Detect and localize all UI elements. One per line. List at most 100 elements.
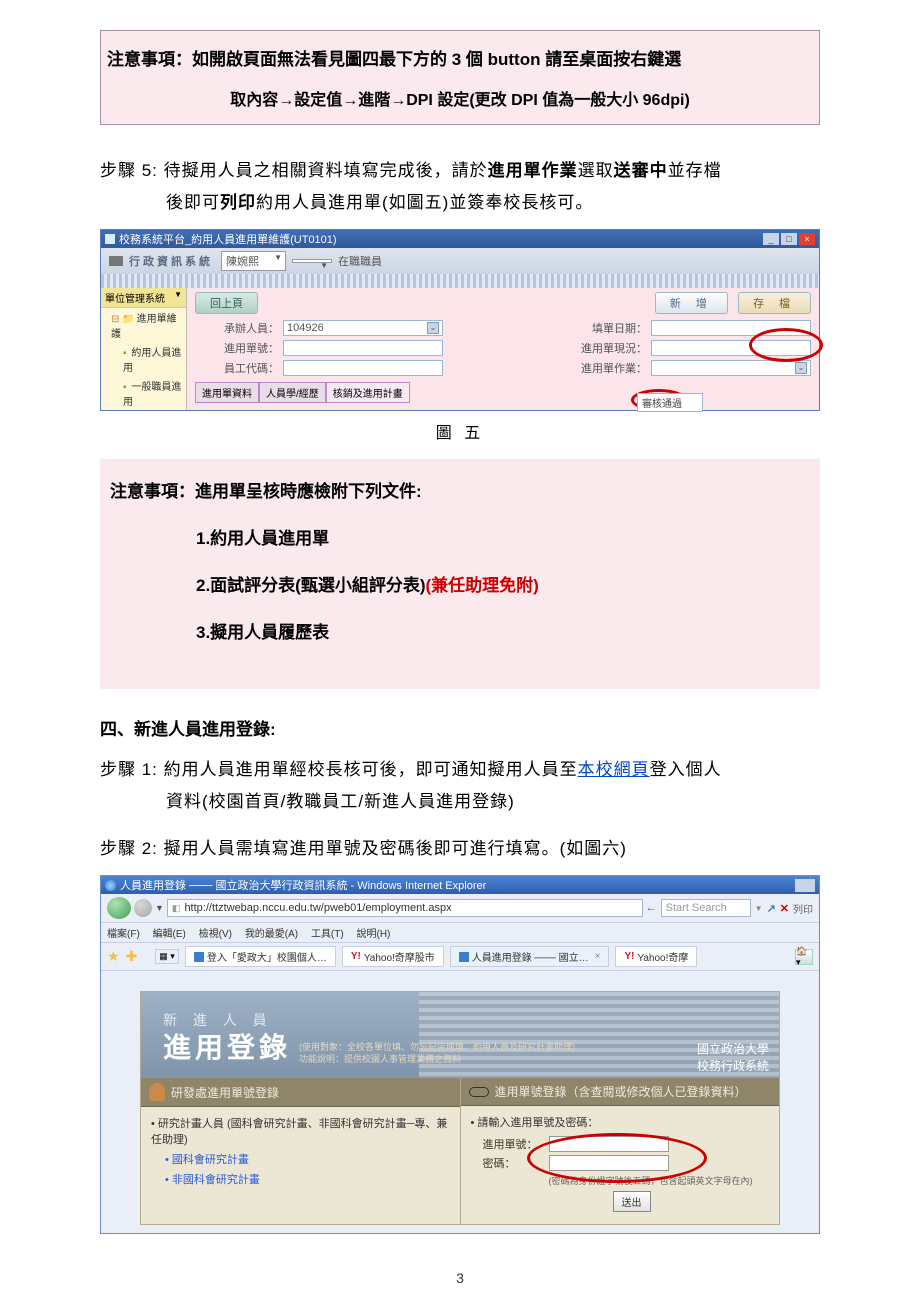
search-x-icon[interactable]: ✕ — [780, 902, 789, 915]
home-button[interactable]: 🏠 ▾ — [795, 949, 813, 965]
add-favorites-icon[interactable]: ✚ — [126, 948, 138, 965]
fig6-tabbar: ★ ✚ ▦ ▾ 登入「愛政大」校園個人… Y!Yahoo!奇摩股市 人員進用登錄… — [101, 943, 819, 971]
notice2-item2: 2.面試評分表(甄選小組評分表)(兼任助理免附) — [110, 571, 810, 596]
tab-plan[interactable]: 核銷及進用計畫 — [326, 382, 410, 403]
s4s1-t1: 約用人員進用單經校長核可後，即可通知擬用人員至 — [164, 760, 578, 779]
figure5-caption: 圖 五 — [100, 419, 820, 443]
blank-select[interactable] — [292, 259, 332, 263]
sidebar-node-3[interactable]: ▪ 一般職員進用 — [101, 376, 186, 410]
back-button[interactable]: 回上頁 — [195, 292, 258, 314]
banner-big: 進用登錄 — [163, 1026, 291, 1066]
sidebar-node-1[interactable]: ⊟ 📁進用單維護 — [101, 308, 186, 342]
link-nonnsc[interactable]: • 非國科會研究計畫 — [165, 1171, 450, 1187]
glasses-icon — [469, 1087, 489, 1097]
step5-line2a: 後即可 — [166, 193, 220, 212]
fig6-navbar: ▼ ◧ http://ttztwebap.nccu.edu.tw/pweb01/… — [101, 894, 819, 923]
option-passed[interactable]: 審核通過 — [637, 393, 703, 412]
forward-nav-button[interactable] — [134, 899, 152, 917]
step5-text: 步驟 5: 待擬用人員之相關資料填寫完成後，請於進用單作業選取送審中並存檔 後即… — [100, 155, 820, 220]
tab-3-active[interactable]: 人員進用登錄 ─── 國立…× — [450, 946, 610, 967]
input-empcode[interactable] — [283, 360, 443, 376]
search-area: ← Start Search ▼ ↗ ✕ 列印 — [646, 899, 813, 917]
fig6-content: 新 進 人 員 進用登錄 (使用對象：全校各單位填、勿忘記完成填、約用人員及研究… — [101, 971, 819, 1233]
tab-2[interactable]: Y!Yahoo!奇摩股市 — [342, 946, 444, 967]
fig5-header: 行政資訊系統 陳婉熙 在職職員 — [101, 248, 819, 275]
address-bar[interactable]: ◧ http://ttztwebap.nccu.edu.tw/pweb01/em… — [167, 899, 643, 917]
input-formno[interactable] — [283, 340, 443, 356]
back-nav-button[interactable] — [107, 897, 131, 919]
minimize-button[interactable]: _ — [763, 233, 779, 245]
menu-edit[interactable]: 編輯(E) — [153, 929, 186, 940]
label-handler: 承辦人員： — [195, 320, 283, 336]
menu-tools[interactable]: 工具(T) — [311, 929, 344, 940]
link-nsc[interactable]: • 國科會研究計畫 — [165, 1151, 450, 1167]
sidebar-header[interactable]: 單位管理系統▼ — [101, 288, 186, 308]
tab-1[interactable]: 登入「愛政大」校園個人… — [185, 946, 336, 967]
label-formno: 進用單號： — [195, 340, 283, 356]
s4s2-t1: 擬用人員需填寫進用單號及密碼後即可進行填寫。(如圖六) — [164, 839, 627, 858]
menu-help[interactable]: 說明(H) — [357, 929, 391, 940]
step5-t3: 並存檔 — [668, 161, 722, 180]
tab-edu[interactable]: 人員學/經歷 — [259, 382, 326, 403]
new-button[interactable]: 新 增 — [655, 292, 728, 314]
university-name: 國立政治大學 校務行政系統 — [697, 1040, 769, 1074]
yahoo-icon: Y! — [624, 951, 634, 962]
notice1-line1: 注意事項：如開啟頁面無法看見圖四最下方的 3 個 button 請至桌面按右鍵選 — [107, 45, 813, 76]
step5-line2b: 列印 — [220, 193, 256, 212]
tab-grid-icon[interactable]: ▦ ▾ — [155, 949, 179, 964]
ie-icon — [105, 880, 116, 891]
favorites-icon[interactable]: ★ — [107, 948, 120, 965]
s4s2-prefix: 步驟 2: — [100, 839, 158, 858]
submit-button[interactable]: 送出 — [613, 1191, 651, 1212]
maximize-button[interactable]: □ — [781, 233, 797, 245]
search-input[interactable]: Start Search — [661, 899, 751, 917]
search-go-icon[interactable]: ↗ — [767, 902, 776, 915]
ie-tab-icon — [194, 952, 204, 962]
yahoo-icon: Y! — [351, 951, 361, 962]
notice-box-1: 注意事項：如開啟頁面無法看見圖四最下方的 3 個 button 請至桌面按右鍵選… — [100, 30, 820, 125]
tab-formdata[interactable]: 進用單資料 — [195, 382, 259, 403]
tab-4[interactable]: Y!Yahoo!奇摩 — [615, 946, 697, 967]
notice1-line2: 取內容→設定值→進階→DPI 設定(更改 DPI 值為一般大小 96dpi) — [107, 86, 813, 110]
fig6-titlebar: 人員進用登錄 ─── 國立政治大學行政資訊系統 - Windows Intern… — [101, 876, 819, 894]
role-label: 在職職員 — [338, 253, 382, 269]
left-bullet: • 研究計畫人員 (國科會研究計畫、非國科會研究計畫─專、兼任助理) — [151, 1115, 450, 1147]
notice-box-2: 注意事項：進用單呈核時應檢附下列文件: 1.約用人員進用單 2.面試評分表(甄選… — [100, 459, 820, 689]
school-website-link[interactable]: 本校網頁 — [578, 760, 650, 779]
menu-view[interactable]: 檢視(V) — [199, 929, 232, 940]
left-column: 研發處進用單號登錄 • 研究計畫人員 (國科會研究計畫、非國科會研究計畫─專、兼… — [141, 1078, 460, 1224]
label-status: 進用單現況： — [563, 340, 651, 356]
min-button[interactable] — [795, 879, 815, 892]
registration-card: 新 進 人 員 進用登錄 (使用對象：全校各單位填、勿忘記完成填、約用人員及研究… — [140, 991, 780, 1225]
input-handler[interactable]: 104926⌄ — [283, 320, 443, 336]
s4s1-prefix: 步驟 1: — [100, 760, 158, 779]
menu-fav[interactable]: 我的最愛(A) — [245, 929, 298, 940]
banner-desc: (使用對象：全校各單位填、勿忘記完成填、約用人員及研究計畫助理) 功能說明：提供… — [299, 1042, 575, 1065]
close-button[interactable]: × — [799, 233, 815, 245]
operation-select[interactable]: ⌄ — [651, 360, 811, 376]
notice2-title: 注意事項：進用單呈核時應檢附下列文件: — [110, 477, 810, 502]
step5-t2: 選取 — [578, 161, 614, 180]
label-operation: 進用單作業： — [563, 360, 651, 376]
menu-file[interactable]: 檔案(F) — [107, 929, 140, 940]
person-icon — [149, 1083, 165, 1101]
save-button[interactable]: 存 檔 — [738, 292, 811, 314]
fig5-form: 承辦人員： 104926⌄ 填單日期： 進用單號： 進用單現況： 員工代碼： 進… — [195, 320, 811, 376]
user-select[interactable]: 陳婉熙 — [221, 251, 286, 271]
app-icon — [105, 234, 115, 244]
search-dropdown-icon[interactable]: ▼ — [755, 904, 763, 913]
url-text: http://ttztwebap.nccu.edu.tw/pweb01/empl… — [184, 902, 451, 914]
page-icon: ◧ — [172, 903, 181, 914]
fig6-title: 人員進用登錄 ─── 國立政治大學行政資訊系統 - Windows Intern… — [120, 877, 486, 893]
s4-step1: 步驟 1: 約用人員進用單經校長核可後，即可通知擬用人員至本校網頁登入個人 資料… — [100, 754, 820, 819]
system-title: 行政資訊系統 — [129, 253, 213, 269]
sidebar-node-2[interactable]: ▪ 約用人員進用 — [101, 342, 186, 376]
step5-t1: 待擬用人員之相關資料填寫完成後，請於 — [164, 161, 488, 180]
notice2-item3: 3.擬用人員履歷表 — [110, 618, 810, 643]
login-highlight-circle — [527, 1133, 707, 1183]
right-prompt: • 請輸入進用單號及密碼： — [471, 1114, 770, 1130]
figure-6-window: 人員進用登錄 ─── 國立政治大學行政資訊系統 - Windows Intern… — [100, 875, 820, 1234]
right-header: 進用單號登錄（含查閱或修改個人已登錄資料） — [461, 1078, 780, 1106]
print-button[interactable]: 列印 — [793, 901, 813, 916]
fig6-menubar: 檔案(F) 編輯(E) 檢視(V) 我的最愛(A) 工具(T) 說明(H) — [101, 923, 819, 943]
